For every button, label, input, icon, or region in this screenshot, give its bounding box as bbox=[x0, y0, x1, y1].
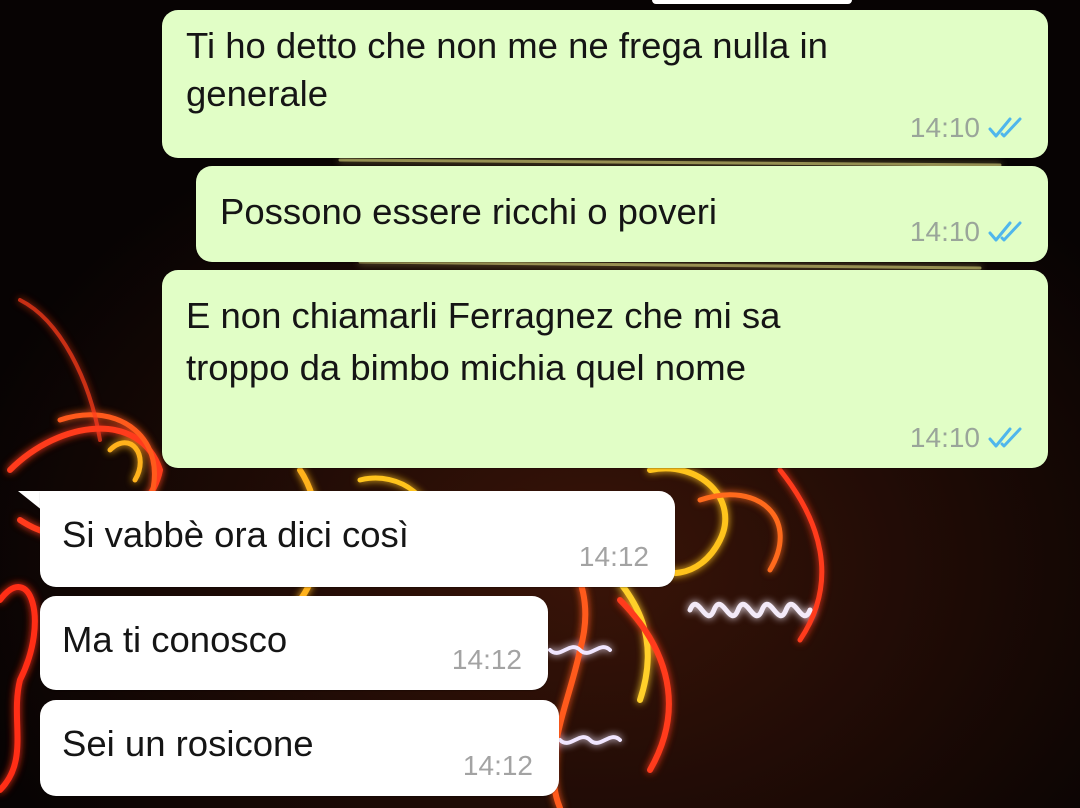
incoming-message-bubble[interactable]: Sei un rosicone 14:12 bbox=[40, 700, 559, 796]
outgoing-message-bubble[interactable]: E non chiamarli Ferragnez che mi sa trop… bbox=[162, 270, 1048, 468]
message-text-line: Ti ho detto che non me ne frega nulla in bbox=[186, 25, 828, 66]
message-meta: 14:10 bbox=[910, 422, 1026, 454]
message-text-line: Si vabbè ora dici così bbox=[62, 514, 409, 555]
message-timestamp: 14:12 bbox=[462, 750, 533, 781]
message-timestamp: 14:10 bbox=[909, 216, 980, 247]
message-timestamp: 14:10 bbox=[909, 112, 980, 143]
message-text-line: Sei un rosicone bbox=[62, 723, 314, 764]
message-meta: 14:10 bbox=[910, 112, 1026, 144]
message-text-line: troppo da bimbo michia quel nome bbox=[186, 347, 746, 388]
double-check-read-icon bbox=[988, 427, 1022, 448]
message-meta: 14:12 bbox=[463, 750, 533, 782]
incoming-message-bubble[interactable]: Ma ti conosco 14:12 bbox=[40, 596, 548, 690]
message-text-line: generale bbox=[186, 73, 329, 114]
outgoing-message-bubble[interactable]: Possono essere ricchi o poveri 14:10 bbox=[196, 166, 1048, 262]
message-text-line: E non chiamarli Ferragnez che mi sa bbox=[186, 295, 781, 336]
message-timestamp: 14:12 bbox=[578, 541, 649, 572]
outgoing-message-bubble[interactable]: Ti ho detto che non me ne frega nulla in… bbox=[162, 10, 1048, 158]
message-meta: 14:12 bbox=[452, 644, 522, 676]
message-meta: 14:12 bbox=[579, 541, 649, 573]
message-timestamp: 14:12 bbox=[451, 644, 522, 675]
message-meta: 14:10 bbox=[910, 216, 1026, 248]
message-timestamp: 14:10 bbox=[909, 422, 980, 453]
previous-message-bubble-edge bbox=[652, 0, 852, 4]
double-check-read-icon bbox=[988, 221, 1022, 242]
double-check-read-icon bbox=[988, 117, 1022, 138]
message-text-line: Possono essere ricchi o poveri bbox=[220, 191, 718, 232]
message-text-line: Ma ti conosco bbox=[62, 619, 288, 660]
incoming-message-bubble[interactable]: Si vabbè ora dici così 14:12 bbox=[40, 491, 675, 587]
